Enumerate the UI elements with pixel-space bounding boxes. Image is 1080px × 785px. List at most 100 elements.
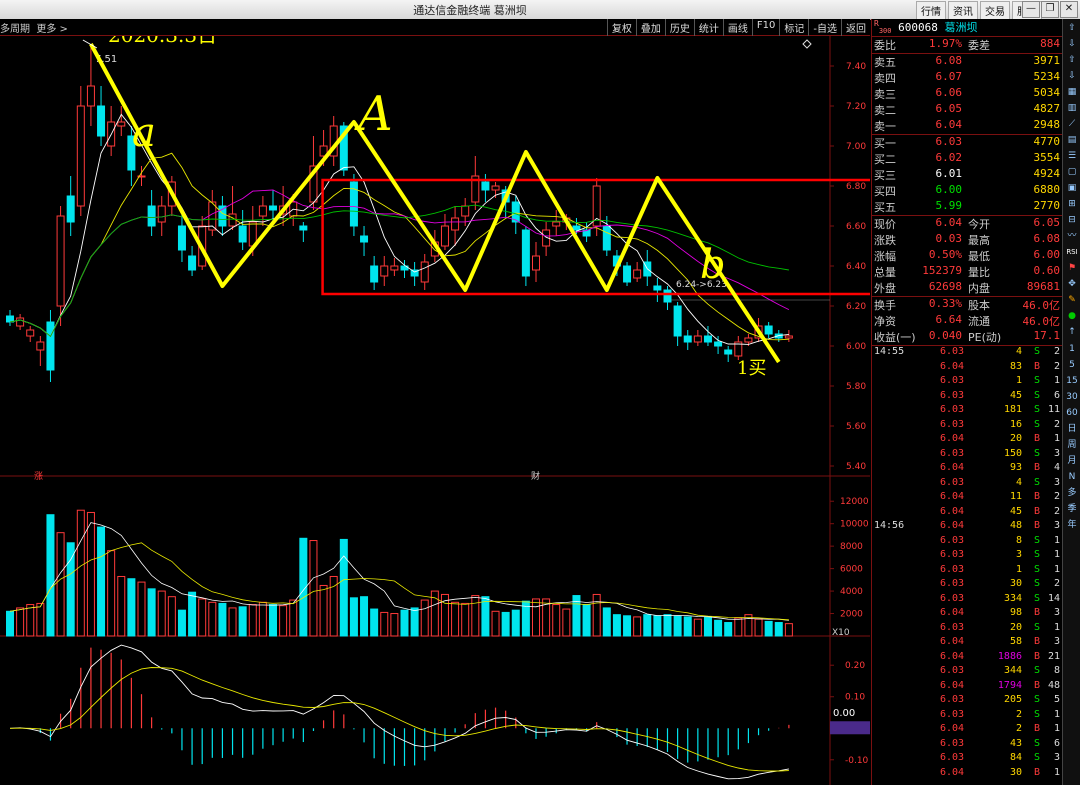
tick-row: 6.04 83 B 2: [872, 361, 1062, 376]
tick-count: 11: [1047, 404, 1060, 415]
doc-icon[interactable]: ▢: [1064, 165, 1080, 179]
tick-count: 1: [1053, 621, 1060, 633]
flag-icon[interactable]: ⚑: [1064, 261, 1080, 275]
price-tick: 6.20: [846, 302, 866, 312]
menu-quotes[interactable]: 行情: [916, 1, 946, 20]
volume-bar: [703, 616, 712, 637]
btn-watchlist[interactable]: -自选: [808, 19, 841, 36]
more-button[interactable]: 更多 >: [36, 24, 68, 35]
rsi-icon[interactable]: RSI: [1064, 245, 1080, 259]
kline-chart[interactable]: 7.40 7.20 7.00 6.80 6.60 6.40 6.20 6.00 5.80 5.60…: [0, 36, 870, 785]
tick-side: S: [1033, 404, 1040, 415]
marker-zhang: 涨: [34, 471, 43, 482]
minimize-icon[interactable]: —: [1022, 1, 1040, 18]
tick-volume: 3: [1015, 549, 1022, 560]
btn-fuquan[interactable]: 复权: [606, 19, 636, 36]
candle-body: [481, 181, 490, 191]
tick-volume: 93: [1009, 462, 1022, 473]
sidebar-period-label: 60: [1066, 408, 1078, 418]
close-icon[interactable]: ✕: [1060, 1, 1078, 18]
list-icon[interactable]: ☰: [1064, 149, 1080, 163]
book-row: 买一 6.03 4770: [872, 135, 1062, 151]
zoom-icon[interactable]: ⊞: [1064, 197, 1080, 211]
btn-back[interactable]: 返回: [841, 19, 870, 36]
candle-body: [623, 265, 632, 283]
period-selector[interactable]: 多周期: [0, 24, 30, 35]
tick-price: 6.04: [940, 766, 965, 778]
book-volume: 6880: [1033, 183, 1061, 196]
annotation-buy: 1买: [737, 358, 766, 379]
ratio-label: 委比: [874, 39, 896, 52]
btn-draw[interactable]: 画线: [722, 19, 752, 36]
btn-stats[interactable]: 统计: [693, 19, 723, 36]
tick-side: B: [1033, 491, 1040, 502]
tick-price: 6.03: [940, 375, 965, 386]
menu-trade[interactable]: 交易: [980, 1, 1010, 20]
book-label: 卖二: [874, 104, 896, 117]
up-icon[interactable]: ↑: [1064, 325, 1080, 339]
stat-row: 收益(一) 0.040 PE(动) 17.1: [872, 329, 1062, 345]
candle-body: [228, 213, 237, 227]
tick-side: S: [1033, 418, 1040, 430]
tick-volume: 11: [1009, 491, 1022, 502]
volume-bar: [188, 591, 197, 637]
stats-block-2: 换手 0.33% 股本 46.0亿 净资 6.64 流通 46.0亿 收益(一) 0.040 PE(…: [872, 296, 1062, 345]
candle-body: [36, 341, 45, 351]
stat-label: 净资: [874, 315, 896, 328]
book-row: 买二 6.02 3554: [872, 151, 1062, 167]
tree-icon[interactable]: ⊟: [1064, 213, 1080, 227]
compass-icon[interactable]: ✥: [1064, 277, 1080, 291]
up-arrow-icon[interactable]: ⇧: [1064, 21, 1080, 35]
tick-row: 6.03 3 S 1: [872, 549, 1062, 564]
restore-icon[interactable]: ❐: [1041, 1, 1059, 18]
tick-count: 1: [1053, 549, 1060, 560]
grid-icon[interactable]: ▦: [1064, 85, 1080, 99]
candle-body: [744, 337, 753, 343]
up-arrow-icon-2[interactable]: ⇧: [1064, 53, 1080, 67]
menu-news[interactable]: 资讯: [948, 1, 978, 20]
f10-icon[interactable]: ▣: [1064, 181, 1080, 195]
down-arrow-icon[interactable]: ⇩: [1064, 37, 1080, 51]
volume-bar: [663, 614, 672, 637]
period-labels: 1 5 15 30 60 日周月 N 多季年: [1064, 341, 1080, 533]
tick-list[interactable]: 14:55 6.03 4 S 2 6.04 83 B 2 6.03 1 S 1 6.03 45 S 6 6.03 1…: [872, 345, 1062, 781]
sidebar-period-label: N: [1068, 472, 1076, 482]
tick-price: 6.03: [940, 752, 965, 763]
line-icon[interactable]: ⟋: [1064, 117, 1080, 131]
tick-side: S: [1033, 534, 1040, 546]
tick-side: S: [1033, 694, 1040, 705]
stat-row: 外盘 62698 内盘 89681: [872, 280, 1062, 296]
btn-mark[interactable]: 标记: [779, 19, 808, 36]
btn-history[interactable]: 历史: [664, 19, 694, 36]
tick-row: 6.03 16 S 2: [872, 419, 1062, 434]
window-controls: — ❐ ✕: [1022, 1, 1078, 18]
badge-icon[interactable]: ●: [1064, 309, 1080, 323]
tick-volume: 8: [1015, 534, 1022, 546]
stat-label-2: 最高: [968, 234, 990, 247]
tick-row: 6.04 30 B 1: [872, 767, 1062, 782]
candle-body: [451, 217, 460, 231]
book-volume: 2770: [1033, 199, 1061, 212]
diamond-icon[interactable]: [802, 39, 812, 49]
chart-icon[interactable]: ▥: [1064, 101, 1080, 115]
btn-overlay[interactable]: 叠加: [635, 19, 665, 36]
tick-volume: 83: [1009, 360, 1022, 372]
volume-bar: [177, 609, 186, 637]
table-icon[interactable]: ▤: [1064, 133, 1080, 147]
price-tick: 6.40: [846, 262, 866, 272]
tick-volume: 45: [1009, 505, 1022, 517]
candle-body: [188, 255, 197, 271]
ma-line-40: [9, 204, 789, 338]
tick-price: 6.03: [940, 549, 965, 560]
btn-f10[interactable]: F10: [751, 19, 779, 36]
tick-volume: 1: [1015, 375, 1022, 386]
stat-label-2: PE(动): [968, 331, 1002, 344]
diff-label: 委差: [968, 39, 990, 52]
pen-icon[interactable]: ✎: [1064, 293, 1080, 307]
tick-price: 6.03: [940, 534, 965, 546]
book-price: 6.05: [935, 102, 963, 115]
wave-icon[interactable]: 〰: [1064, 229, 1080, 243]
volume-tick: 2000: [840, 610, 863, 620]
down-arrow-icon-2[interactable]: ⇩: [1064, 69, 1080, 83]
tick-volume: 1794: [997, 679, 1022, 691]
